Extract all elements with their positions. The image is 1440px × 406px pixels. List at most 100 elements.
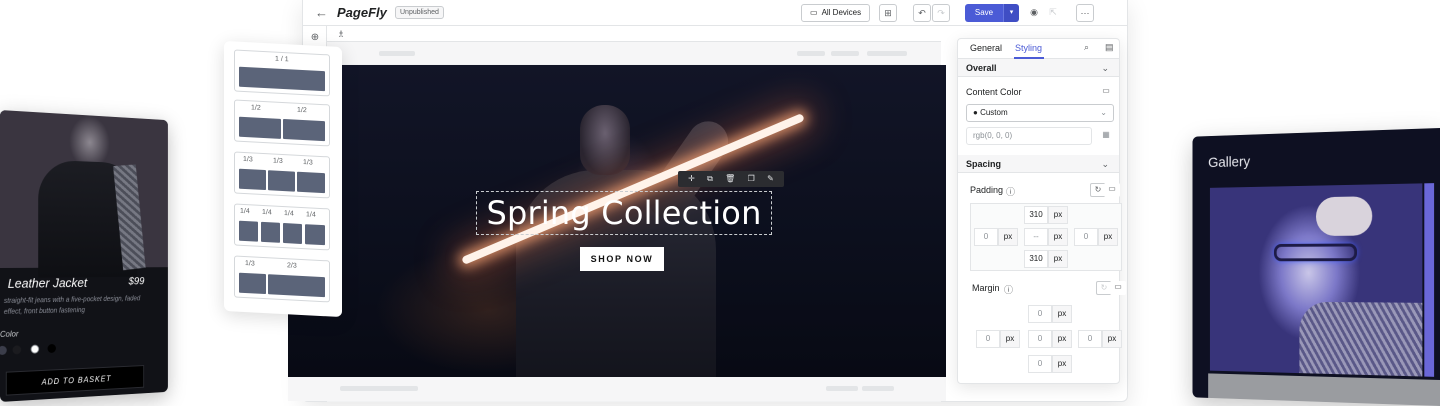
- margin-bottom-input[interactable]: 0: [1028, 355, 1052, 373]
- content-color-label: Content Color: [966, 87, 1022, 97]
- gallery-image-jacket: [1299, 301, 1423, 377]
- padding-bottom-input[interactable]: 310: [1024, 250, 1048, 268]
- content-color-select[interactable]: ● Custom ⌄: [966, 104, 1114, 122]
- layout-grid-icon[interactable]: ⊞: [879, 4, 897, 22]
- product-description: straight-fit jeans with a five-pocket de…: [3, 295, 141, 316]
- save-button[interactable]: Save: [965, 4, 1003, 22]
- element-toolbar: ✛ ⧉ 🗑 ❐ ✎: [678, 171, 784, 187]
- help-icon[interactable]: ⓘ: [1004, 283, 1013, 296]
- margin-left-input[interactable]: 0: [976, 330, 1000, 348]
- layout-option-2-col[interactable]: 1/2 1/2: [234, 99, 330, 147]
- tab-general[interactable]: General: [970, 43, 1002, 53]
- margin-left-unit[interactable]: px: [1000, 330, 1020, 348]
- delete-icon[interactable]: 🗑: [725, 171, 735, 187]
- help-icon[interactable]: ⓘ: [1006, 185, 1015, 198]
- chevron-down-icon: ⌄: [1100, 108, 1107, 117]
- padding-right-unit[interactable]: px: [1098, 228, 1118, 246]
- publish-external-icon[interactable]: ⇱: [1044, 4, 1062, 22]
- layout-label: 1/3: [303, 159, 313, 167]
- layout-option-1-col[interactable]: 1 / 1: [234, 49, 330, 97]
- add-to-basket-button[interactable]: ADD TO BASKET: [5, 365, 145, 396]
- device-selector-button[interactable]: ▭ All Devices: [801, 4, 871, 22]
- margin-right-unit[interactable]: px: [1102, 330, 1122, 348]
- save-options-chevron-icon[interactable]: ▾: [1003, 4, 1019, 22]
- padding-top-unit[interactable]: px: [1048, 206, 1068, 224]
- padding-left-input[interactable]: 0: [974, 228, 998, 246]
- hero-title[interactable]: Spring Collection: [476, 191, 772, 235]
- more-options-icon[interactable]: ⋯: [1076, 4, 1094, 22]
- color-swatch[interactable]: [47, 343, 56, 354]
- padding-left-unit[interactable]: px: [998, 228, 1018, 246]
- layout-column: [239, 66, 325, 92]
- gallery-image-hand: [1315, 196, 1373, 236]
- chevron-down-icon: ⌄: [1101, 159, 1109, 169]
- undo-icon[interactable]: ↶: [913, 4, 931, 22]
- canvas-toolbar: ♗: [327, 26, 941, 42]
- paint-style-icon[interactable]: ✎: [767, 171, 774, 187]
- placeholder-bar: [867, 51, 907, 56]
- margin-bottom-unit[interactable]: px: [1052, 355, 1072, 373]
- document-icon[interactable]: ▤: [1105, 42, 1114, 53]
- panel-tabs: General Styling ⌕ ▤: [958, 39, 1119, 59]
- spacing-heading: Spacing: [966, 159, 1002, 169]
- copy-icon[interactable]: ❐: [748, 171, 755, 187]
- hero-section[interactable]: ✛ ⧉ 🗑 ❐ ✎ Spring Collection SHOP NOW: [288, 65, 946, 377]
- layout-option-1-3-2-3[interactable]: 1/3 2/3: [234, 255, 330, 303]
- move-icon[interactable]: ✛: [688, 171, 695, 187]
- gallery-image[interactable]: [1209, 183, 1423, 377]
- color-picker-icon[interactable]: ▦: [1098, 129, 1114, 143]
- layout-column: [239, 272, 266, 295]
- padding-center-value: --: [1024, 228, 1048, 246]
- preview-eye-icon[interactable]: ◉: [1025, 4, 1043, 22]
- gallery-card: Gallery: [1192, 128, 1440, 406]
- duplicate-icon[interactable]: ⧉: [707, 171, 713, 187]
- color-value-input[interactable]: rgb(0, 0, 0): [966, 127, 1092, 145]
- gallery-next-image-edge[interactable]: [1424, 183, 1435, 377]
- overall-heading: Overall: [966, 63, 997, 73]
- padding-bottom-unit[interactable]: px: [1048, 250, 1068, 268]
- padding-top-input[interactable]: 310: [1024, 206, 1048, 224]
- shop-now-button[interactable]: SHOP NOW: [580, 247, 664, 271]
- padding-right-input[interactable]: 0: [1074, 228, 1098, 246]
- layout-column: [283, 119, 325, 142]
- placeholder-bar: [831, 51, 859, 56]
- add-element-icon[interactable]: ⊕: [309, 32, 321, 44]
- layout-column: [305, 224, 325, 246]
- status-badge: Unpublished: [395, 6, 444, 19]
- color-swatch[interactable]: [30, 344, 40, 354]
- spacing-section-header[interactable]: Spacing ⌄: [958, 155, 1119, 173]
- overall-section-header[interactable]: Overall ⌄: [958, 59, 1119, 77]
- layout-label: 1/4: [262, 208, 272, 217]
- margin-top-unit[interactable]: px: [1052, 305, 1072, 323]
- gallery-image-glasses: [1273, 243, 1358, 262]
- styling-panel: General Styling ⌕ ▤ Overall ⌄ Content Co…: [957, 38, 1126, 384]
- layout-column: [268, 170, 295, 192]
- redo-icon[interactable]: ↷: [932, 4, 950, 22]
- desktop-icon[interactable]: ▭: [1104, 183, 1120, 197]
- desktop-icon[interactable]: ▭: [1110, 281, 1126, 295]
- layout-label: 1/2: [297, 106, 307, 115]
- margin-top-input[interactable]: 0: [1028, 305, 1052, 323]
- placeholder-bar: [862, 386, 894, 391]
- search-icon[interactable]: ⌕: [1084, 42, 1089, 53]
- desktop-icon: ▭: [810, 8, 818, 17]
- layout-label: 1/4: [306, 211, 316, 219]
- product-price: $99: [128, 275, 145, 288]
- margin-right-input[interactable]: 0: [1078, 330, 1102, 348]
- back-arrow-icon[interactable]: ←: [315, 5, 328, 20]
- layout-option-3-col[interactable]: 1/3 1/3 1/3: [234, 151, 330, 199]
- desktop-icon[interactable]: ▭: [1098, 85, 1114, 99]
- product-card: Leather Jacket $99 straight-fit jeans wi…: [0, 110, 168, 402]
- product-image: [0, 110, 168, 278]
- hero-model-head: [580, 105, 630, 175]
- gallery-thumbnail-strip: [1208, 373, 1440, 406]
- color-swatch[interactable]: [12, 345, 22, 355]
- layout-option-4-col[interactable]: 1/4 1/4 1/4 1/4: [234, 203, 330, 251]
- placeholder-bar: [797, 51, 825, 56]
- tab-styling[interactable]: Styling: [1015, 43, 1042, 53]
- color-swatch[interactable]: [0, 345, 7, 356]
- product-color-label: Color: [0, 329, 19, 339]
- margin-label: Margin: [972, 283, 1000, 293]
- layout-column: [239, 168, 266, 191]
- hierarchy-icon[interactable]: ♗: [335, 28, 347, 40]
